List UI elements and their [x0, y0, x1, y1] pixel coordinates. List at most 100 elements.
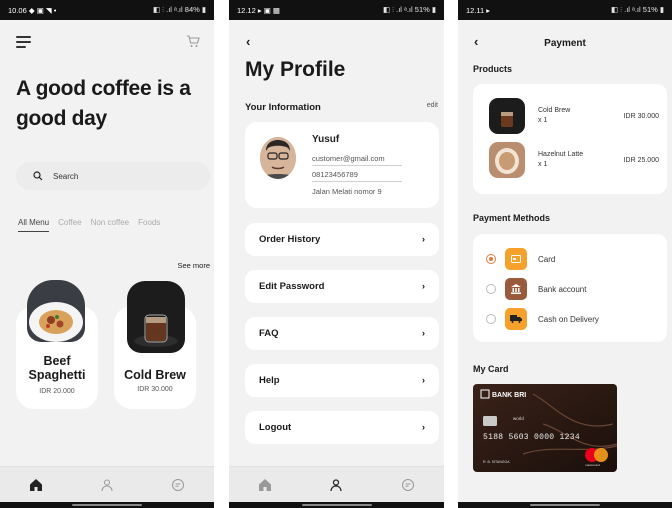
profile-info: Yusuf customer@gmail.com 08123456789 Jal… [312, 134, 402, 199]
payment-methods-label: Payment Methods [473, 213, 551, 223]
status-bar: 12.12 ▸ ▣ ▦ ◧ ⫶ .ıl ᵃ.ıl 51% ▮ [229, 0, 444, 20]
status-indicators: ◧ ⫶ .ıl ᵃ.ıl 84% ▮ [153, 5, 206, 14]
info-header: Your Information edit [245, 102, 438, 113]
tab-non-coffee[interactable]: Non coffee [91, 218, 130, 232]
status-indicators: ◧ ⫶ .ıl ᵃ.ıl 51% ▮ [611, 5, 664, 14]
payment-methods-card: Card Bank account Cash on Delivery [473, 234, 667, 342]
page-title: Payment [544, 38, 586, 49]
radio-selected[interactable] [486, 254, 496, 264]
product-name: Cold Brew [124, 368, 186, 382]
back-button[interactable]: ‹ [246, 34, 250, 49]
item-price: IDR 25.000 [623, 156, 659, 164]
chevron-right-icon: › [421, 234, 425, 245]
page-title: My Profile [245, 58, 346, 81]
avatar [260, 137, 296, 179]
profile-card: Yusuf customer@gmail.com 08123456789 Jal… [245, 122, 439, 208]
delivery-truck-icon [505, 308, 527, 330]
system-home-indicator [458, 502, 672, 508]
cart-icon[interactable] [186, 35, 200, 53]
tab-foods[interactable]: Foods [138, 218, 160, 232]
item-name: Hazelnut Latte [538, 151, 584, 158]
profile-nav-icon[interactable] [327, 476, 345, 494]
see-more-link[interactable]: See more [177, 261, 210, 270]
headline: A good coffee is a good day [16, 77, 191, 130]
search-input[interactable]: Search [53, 172, 78, 181]
tab-all-menu[interactable]: All Menu [18, 218, 50, 232]
system-home-indicator [229, 502, 444, 508]
product-price: IDR 30.000 [137, 386, 173, 393]
category-tabs: All Menu Coffee Non coffee Foods [18, 218, 160, 232]
system-home-indicator [0, 502, 214, 508]
card-brand: mastercard [585, 463, 600, 467]
payment-option-bank[interactable]: Bank account [486, 278, 586, 300]
search-icon [33, 171, 43, 181]
item-qty: x 1 [538, 161, 548, 168]
option-label: Help [259, 375, 280, 386]
chevron-right-icon: › [421, 375, 425, 386]
section-label: Your Information [245, 102, 321, 113]
user-name: Yusuf [312, 134, 340, 145]
search-bar[interactable]: Search [16, 162, 210, 190]
bank-name: BANK BRI [492, 392, 526, 399]
option-label: Logout [259, 422, 292, 433]
status-time: 10.06 ◆ ▣ ◥ • [8, 5, 57, 15]
cold-brew-thumbnail [489, 98, 525, 134]
option-label: Order History [259, 234, 321, 245]
spaghetti-image [27, 280, 85, 342]
chevron-right-icon: › [421, 422, 425, 433]
user-phone: 08123456789 [312, 168, 402, 182]
profile-screen: 12.12 ▸ ▣ ▦ ◧ ⫶ .ıl ᵃ.ıl 51% ▮ ‹ My Prof… [229, 0, 444, 508]
user-email: customer@gmail.com [312, 152, 402, 166]
product-price: IDR 20.000 [39, 388, 75, 395]
products-label: Products [473, 64, 513, 74]
hamburger-menu-icon[interactable] [16, 36, 31, 51]
cold-brew-image [127, 281, 185, 353]
item-price: IDR 30.000 [623, 112, 659, 120]
order-history-button[interactable]: Order History › [245, 223, 439, 256]
my-card-label: My Card [473, 364, 509, 374]
card-icon [505, 248, 527, 270]
tab-coffee[interactable]: Coffee [58, 218, 81, 232]
chat-nav-icon[interactable] [399, 476, 417, 494]
payment-option-card[interactable]: Card [486, 248, 555, 270]
radio-unselected[interactable] [486, 314, 496, 324]
payment-option-label: Card [538, 254, 556, 264]
option-label: FAQ [259, 328, 279, 339]
hazelnut-latte-thumbnail [489, 142, 525, 178]
logout-button[interactable]: Logout › [245, 411, 439, 444]
payment-option-cod[interactable]: Cash on Delivery [486, 308, 599, 330]
cart-item: Hazelnut Latte x 1 IDR 25.000 [489, 141, 659, 179]
card-number: 5188 5603 0000 1234 [483, 433, 580, 442]
option-label: Edit Password [259, 281, 325, 292]
status-indicators: ◧ ⫶ .ıl ᵃ.ıl 51% ▮ [383, 5, 436, 14]
status-bar: 10.06 ◆ ▣ ◥ • ◧ ⫶ .ıl ᵃ.ıl 84% ▮ [0, 0, 214, 20]
payment-screen: 12.11 ▸ ◧ ⫶ .ıl ᵃ.ıl 51% ▮ ‹ Payment Pro… [458, 0, 672, 508]
edit-password-button[interactable]: Edit Password › [245, 270, 439, 303]
status-bar: 12.11 ▸ ◧ ⫶ .ıl ᵃ.ıl 51% ▮ [458, 0, 672, 20]
radio-unselected[interactable] [486, 284, 496, 294]
item-qty: x 1 [538, 117, 548, 124]
home-nav-icon[interactable] [256, 476, 274, 494]
profile-nav-icon[interactable] [98, 476, 116, 494]
chat-nav-icon[interactable] [169, 476, 187, 494]
status-time: 12.11 ▸ [466, 5, 491, 15]
chevron-right-icon: › [421, 328, 425, 339]
card-holder: R. B. SITANGGA [483, 460, 510, 464]
card-tier: world [513, 416, 524, 421]
bottom-navigation [229, 466, 444, 502]
payment-option-label: Bank account [538, 284, 587, 294]
products-card: Cold Brew x 1 IDR 30.000 Hazelnut Latte … [473, 84, 667, 194]
faq-button[interactable]: FAQ › [245, 317, 439, 350]
item-name: Cold Brew [538, 107, 571, 114]
status-time: 12.12 ▸ ▣ ▦ [237, 5, 280, 15]
bank-card[interactable]: BANK BRI world 5188 5603 0000 1234 R. B.… [473, 384, 617, 472]
payment-option-label: Cash on Delivery [538, 314, 599, 324]
help-button[interactable]: Help › [245, 364, 439, 397]
bottom-navigation [0, 466, 214, 502]
user-address: Jalan Melati nomor 9 [312, 187, 382, 196]
chevron-right-icon: › [421, 281, 425, 292]
edit-link[interactable]: edit [427, 102, 438, 113]
bank-icon [505, 278, 527, 300]
home-nav-icon[interactable] [27, 476, 45, 494]
product-name: Beef Spaghetti [28, 354, 86, 382]
